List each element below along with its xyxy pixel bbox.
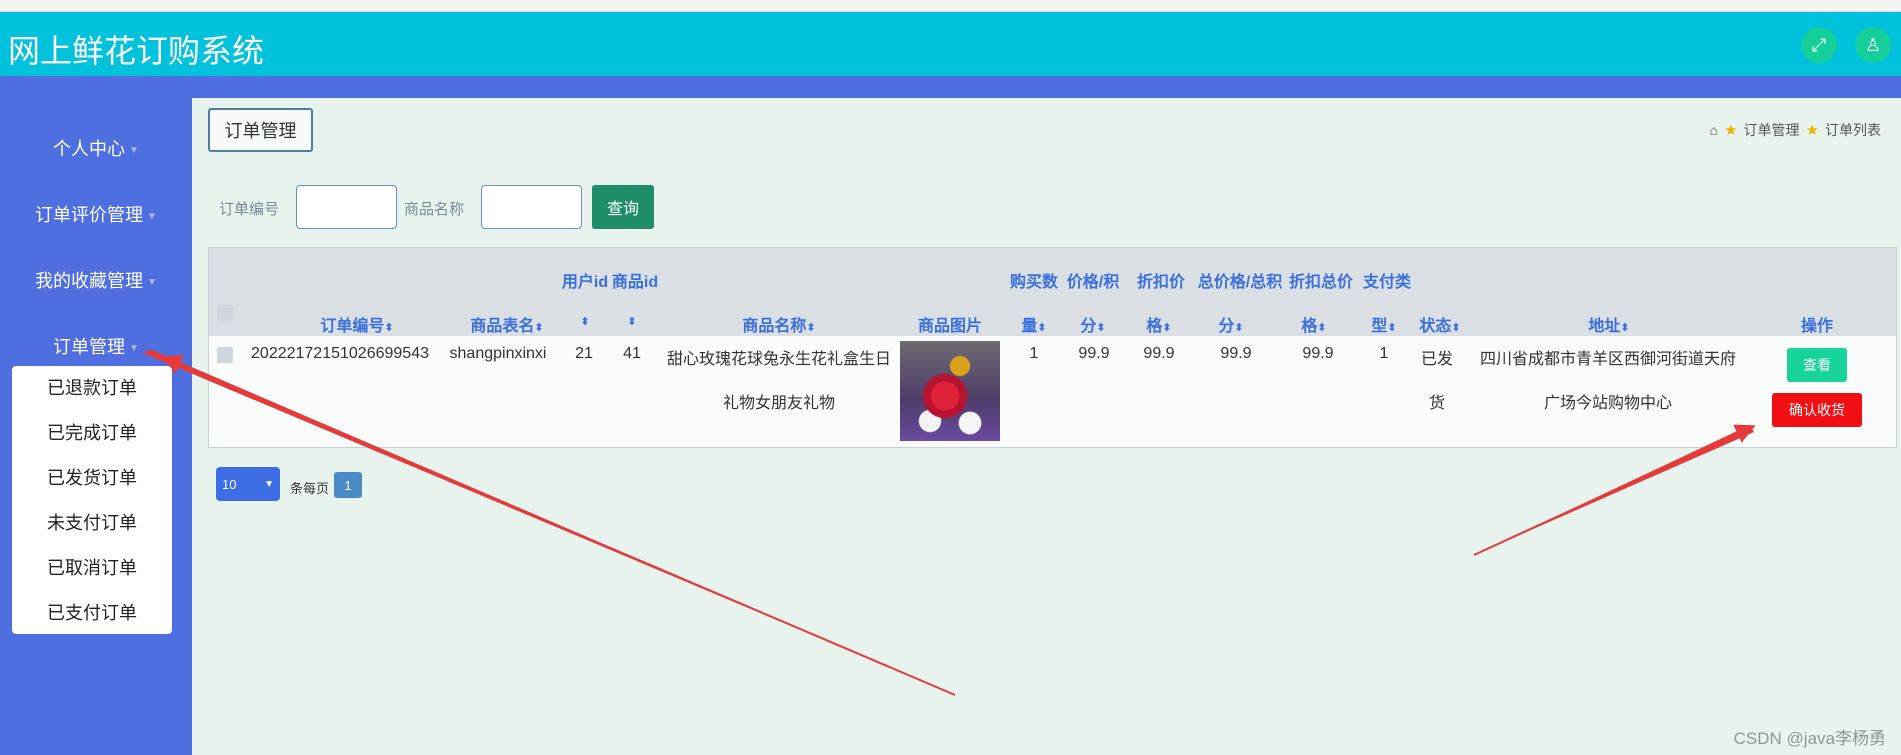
watermark: CSDN @java李杨勇 (1733, 729, 1886, 748)
page-number-button[interactable]: 1 (334, 472, 362, 498)
page-size-value: 10 (222, 476, 237, 492)
th-disc-price-line1: 折扣价 (1136, 274, 1185, 291)
breadcrumb-level2: 订单列表 (1825, 122, 1881, 138)
per-page-label: 条每页 (290, 481, 330, 496)
chevron-down-icon: ▼ (264, 478, 274, 490)
browser-bookmark-strip (0, 0, 1901, 12)
user-menu-button[interactable]: ♙ (1855, 27, 1891, 63)
order-submenu: 已退款订单 已完成订单 已发货订单 未支付订单 已取消订单 已支付订单 (12, 366, 172, 634)
cell-address-line1: 四川省成都市青羊区西御河街道天府 (1479, 351, 1736, 368)
caret-down-icon: ▼ (129, 342, 139, 354)
cell-disc-total: 99.9 (1302, 345, 1334, 362)
caret-down-icon: ▼ (129, 144, 139, 156)
th-status[interactable]: 状态⬍ (1414, 312, 1466, 336)
tab-order-management[interactable]: 订单管理 (208, 108, 313, 152)
row-checkbox[interactable] (217, 347, 233, 363)
th-pay-type[interactable]: 型⬍ (1362, 312, 1406, 336)
sidebar: 个人中心 ▼ 订单评价管理 ▼ 我的收藏管理 ▼ 订单管理 ▼ 已退款订单 已完成订单 … (0, 98, 192, 755)
submenu-item-shipped[interactable]: 已发货订单 (12, 456, 172, 501)
product-name-input[interactable] (481, 185, 582, 229)
cell-status-line2: 货 (1428, 395, 1445, 412)
cell-disc-price: 99.9 (1143, 345, 1175, 362)
sidebar-item-label: 订单管理 (53, 337, 126, 357)
app-title: 网上鲜花订购系统 (8, 33, 265, 69)
cell-table-name: shangpinxinxi (449, 345, 547, 362)
submenu-item-refunded[interactable]: 已退款订单 (12, 366, 172, 411)
order-no-label: 订单编号 (219, 201, 280, 218)
sidebar-item-label: 个人中心 (53, 139, 126, 159)
breadcrumb-level1[interactable]: 订单管理 (1744, 120, 1800, 140)
cell-price: 99.9 (1078, 345, 1110, 362)
sidebar-item-label: 我的收藏管理 (35, 271, 144, 291)
sidebar-item-favorites-management[interactable]: 我的收藏管理 ▼ (0, 267, 192, 293)
breadcrumb: ⌂ ★ 订单管理 ★ 订单列表 (1710, 120, 1881, 140)
order-table: 订单编号⬍ 商品表名⬍ 用户id ⬍ 商品id ⬍ 商品名称⬍ 商品图片 购买数… (208, 247, 1897, 448)
select-all-checkbox[interactable] (217, 305, 233, 321)
th-user-id-sort[interactable]: ⬍ (567, 312, 603, 330)
th-total[interactable]: 分⬍ (1209, 312, 1253, 336)
header-accent-bar (0, 76, 1901, 98)
order-no-input[interactable] (296, 185, 397, 229)
user-icon: ♙ (1864, 34, 1882, 55)
th-product-id-sort[interactable]: ⬍ (614, 312, 650, 330)
th-product-id: 商品id (611, 274, 659, 291)
th-address[interactable]: 地址⬍ (1564, 312, 1654, 336)
cell-address-line2: 广场今站购物中心 (1543, 395, 1672, 412)
cell-product-name-line2: 礼物女朋友礼物 (722, 395, 835, 412)
cell-status-line1: 已发 (1420, 351, 1453, 368)
home-icon[interactable]: ⌂ (1710, 122, 1718, 138)
page-size-select[interactable]: 10 ▼ (216, 467, 280, 501)
th-order-no[interactable]: 订单编号⬍ (307, 312, 407, 336)
th-image: 商品图片 (917, 318, 982, 335)
fullscreen-button[interactable]: ⤢ (1801, 27, 1837, 63)
submenu-item-completed[interactable]: 已完成订单 (12, 411, 172, 456)
th-table-name[interactable]: 商品表名⬍ (452, 312, 562, 336)
view-button[interactable]: 查看 (1787, 348, 1847, 382)
sidebar-item-label: 订单评价管理 (35, 205, 144, 225)
submenu-item-unpaid[interactable]: 未支付订单 (12, 501, 172, 546)
app-header: 网上鲜花订购系统 ⤢ ♙ (0, 12, 1901, 76)
expand-icon: ⤢ (1811, 34, 1827, 55)
th-qty[interactable]: 量⬍ (1014, 312, 1054, 336)
caret-down-icon: ▼ (147, 210, 157, 222)
star-icon: ★ (1724, 122, 1738, 139)
th-product-name[interactable]: 商品名称⬍ (714, 312, 844, 336)
th-price-line1: 价格/积 (1066, 274, 1120, 291)
cell-product-id: 41 (623, 345, 641, 362)
search-button[interactable]: 查询 (592, 185, 654, 229)
cell-pay-type: 1 (1379, 345, 1389, 362)
th-pay-type-line1: 支付类 (1362, 274, 1411, 291)
th-action: 操作 (1800, 318, 1833, 335)
submenu-item-cancelled[interactable]: 已取消订单 (12, 546, 172, 591)
th-disc-price[interactable]: 格⬍ (1137, 312, 1181, 336)
cell-qty: 1 (1029, 345, 1039, 362)
product-image[interactable] (900, 341, 1000, 441)
cell-order-no: 20222172151026699543 (251, 345, 429, 362)
sidebar-item-review-management[interactable]: 订单评价管理 ▼ (0, 201, 192, 227)
cell-user-id: 21 (575, 345, 593, 362)
th-total-line1: 总价格/总积 (1197, 274, 1283, 291)
sidebar-item-order-management[interactable]: 订单管理 ▼ (0, 333, 192, 359)
star-icon: ★ (1805, 122, 1819, 139)
submenu-item-paid[interactable]: 已支付订单 (12, 591, 172, 636)
th-qty-line1: 购买数 (1009, 274, 1058, 291)
cell-total: 99.9 (1220, 345, 1252, 362)
th-disc-total-line1: 折扣总价 (1288, 274, 1353, 291)
confirm-receipt-button[interactable]: 确认收货 (1772, 393, 1862, 427)
product-name-label: 商品名称 (404, 201, 465, 218)
caret-down-icon: ▼ (147, 276, 157, 288)
th-disc-total[interactable]: 格⬍ (1292, 312, 1336, 336)
sidebar-item-personal-center[interactable]: 个人中心 ▼ (0, 135, 192, 161)
cell-product-name-line1: 甜心玫瑰花球兔永生花礼盒生日 (666, 351, 891, 368)
th-price[interactable]: 分⬍ (1071, 312, 1115, 336)
